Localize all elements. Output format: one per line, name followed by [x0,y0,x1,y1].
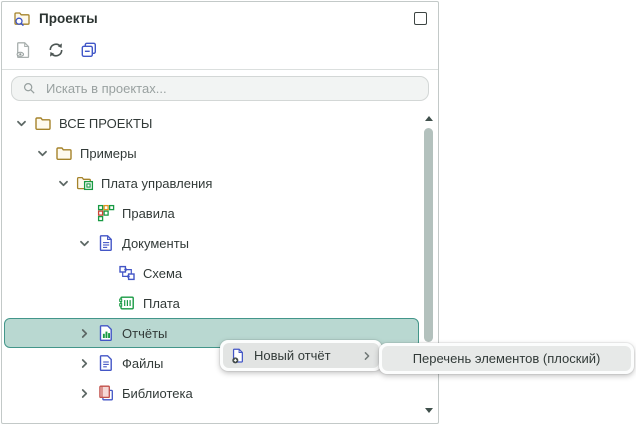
submenu-item-label: Перечень элементов (плоский) [412,351,601,366]
preview-report-button[interactable] [12,39,34,61]
project-icon [76,174,94,192]
tree-item[interactable]: Схема [4,258,419,288]
folder-icon [34,114,52,132]
tree-item-label: Плата [143,295,180,311]
tree-item-label: Документы [122,235,190,251]
menu-item-new-report[interactable]: Новый отчёт [223,343,379,368]
schematic-icon [118,264,136,282]
tree-item[interactable]: Библиотека [4,378,419,408]
chevron-right-icon[interactable] [76,325,92,341]
search-input[interactable]: Искать в проектах... [11,76,429,101]
float-panel-button[interactable] [414,11,427,25]
chevron-right-icon[interactable] [76,355,92,371]
library-icon [97,384,115,402]
tree-item-label: Отчёты [122,325,168,341]
panel-titlebar: Проекты [2,2,438,34]
tree-item[interactable]: Плата [4,288,419,318]
tree-item[interactable]: Правила [4,198,419,228]
tree-item[interactable]: ВСЕ ПРОЕКТЫ [4,108,419,138]
context-menu: Новый отчёт [220,340,382,371]
chevron-down-icon[interactable] [76,235,92,251]
board-icon [118,294,136,312]
tree-item-label: Файлы [122,355,164,371]
refresh-icon [47,41,65,59]
tree-item-label: ВСЕ ПРОЕКТЫ [59,115,153,131]
chevron-down-icon[interactable] [55,175,71,191]
tree-item[interactable]: Плата управления [4,168,419,198]
menu-item-label: Новый отчёт [254,348,331,363]
refresh-button[interactable] [45,39,67,61]
tree-item-label: Схема [143,265,183,281]
rules-icon [97,204,115,222]
scroll-up-icon[interactable] [425,116,433,121]
chevron-right-icon[interactable] [76,385,92,401]
tree-item[interactable]: Документы [4,228,419,258]
panel-title: Проекты [39,10,98,26]
new-report-icon [230,348,246,364]
folder-icon [55,144,73,162]
tree-item-label: Примеры [80,145,137,161]
search-placeholder: Искать в проектах... [46,81,167,96]
tree-item[interactable]: Примеры [4,138,419,168]
chevron-down-icon[interactable] [34,145,50,161]
documents-icon [97,234,115,252]
chevron-down-icon[interactable] [13,115,29,131]
collapse-all-button[interactable] [78,39,100,61]
search-icon [22,81,37,96]
scrollbar-thumb[interactable] [424,128,433,342]
tree-item-label: Плата управления [101,175,213,191]
submenu: Перечень элементов (плоский) [379,343,634,374]
folder-search-icon [13,9,31,27]
scroll-down-icon[interactable] [425,408,433,413]
reports-icon [97,324,115,342]
tree-item-label: Библиотека [122,385,193,401]
tree-item-label: Правила [122,205,175,221]
files-icon [97,354,115,372]
panel-toolbar [2,34,438,70]
collapse-all-icon [80,41,98,59]
menu-item-flat-bom[interactable]: Перечень элементов (плоский) [382,346,631,371]
submenu-arrow-icon [362,351,372,361]
preview-report-icon [14,41,32,59]
